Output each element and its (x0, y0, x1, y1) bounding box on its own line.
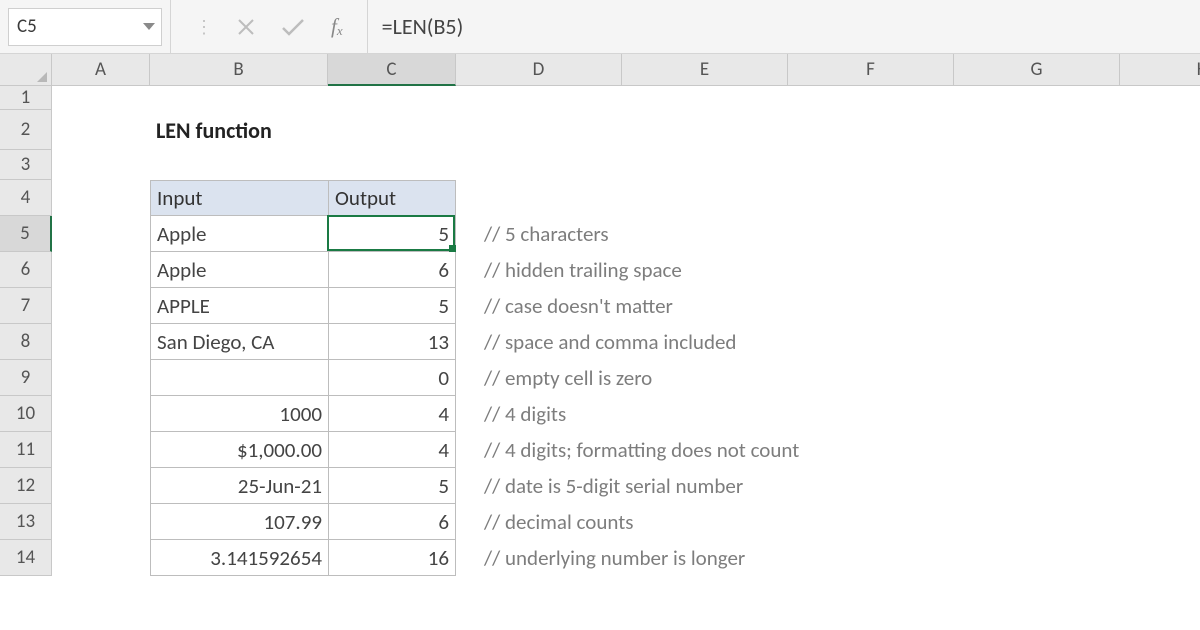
column-header-H[interactable]: H (1120, 54, 1200, 86)
name-box-value: C5 (17, 15, 37, 38)
comment-cell: // case doesn't matter (456, 288, 954, 324)
comment-text: // case doesn't matter (484, 293, 673, 319)
cell-A10[interactable] (52, 396, 150, 432)
name-box-container: C5 (0, 0, 170, 53)
comment-text: // 5 characters (484, 221, 609, 247)
output-cell[interactable]: 16 (328, 540, 456, 576)
cell-A5[interactable] (52, 216, 150, 252)
input-cell[interactable] (150, 360, 328, 396)
table-header-output[interactable]: Output (328, 180, 456, 216)
row-header-1[interactable]: 1 (0, 86, 52, 110)
row-header-9[interactable]: 9 (0, 360, 52, 396)
formula-text: =LEN(B5) (382, 13, 464, 40)
cell-A6[interactable] (52, 252, 150, 288)
input-cell[interactable]: 3.141592654 (150, 540, 328, 576)
comment-cell: // 4 digits; formatting does not count (456, 432, 954, 468)
comment-text: // date is 5-digit serial number (484, 473, 743, 499)
output-cell[interactable]: 6 (328, 252, 456, 288)
column-header-E[interactable]: E (622, 54, 788, 86)
table-header-input[interactable]: Input (150, 180, 328, 216)
column-header-A[interactable]: A (52, 54, 150, 86)
comment-text: // decimal counts (484, 509, 633, 535)
formula-bar: C5 ⋮ fx =LEN(B5) (0, 0, 1200, 54)
title-text: LEN function (156, 117, 272, 144)
comment-text: // 4 digits; formatting does not count (484, 437, 799, 463)
page-title: LEN function (150, 110, 622, 150)
comment-text: // empty cell is zero (484, 365, 652, 391)
comment-text: // hidden trailing space (484, 257, 682, 283)
comment-cell: // date is 5-digit serial number (456, 468, 954, 504)
input-cell[interactable]: San Diego, CA (150, 324, 328, 360)
output-cell[interactable]: 6 (328, 504, 456, 540)
input-cell[interactable]: 1000 (150, 396, 328, 432)
row-header-6[interactable]: 6 (0, 252, 52, 288)
cancel-icon[interactable] (237, 18, 255, 36)
row-header-14[interactable]: 14 (0, 540, 52, 576)
row-header-3[interactable]: 3 (0, 150, 52, 180)
comment-cell: // 4 digits (456, 396, 954, 432)
output-cell[interactable]: 4 (328, 432, 456, 468)
chevron-down-icon[interactable] (143, 23, 155, 30)
row-header-4[interactable]: 4 (0, 180, 52, 216)
comment-cell: // underlying number is longer (456, 540, 954, 576)
formula-input[interactable]: =LEN(B5) (368, 0, 1200, 53)
comment-cell: // decimal counts (456, 504, 954, 540)
cell-A2[interactable] (52, 110, 150, 150)
input-cell[interactable]: 107.99 (150, 504, 328, 540)
column-headers: ABCDEFGH (52, 54, 1200, 86)
row-header-8[interactable]: 8 (0, 324, 52, 360)
cell-A14[interactable] (52, 540, 150, 576)
row-header-2[interactable]: 2 (0, 110, 52, 150)
fx-icon[interactable]: fx (331, 14, 343, 39)
row-header-10[interactable]: 10 (0, 396, 52, 432)
input-cell[interactable]: Apple (150, 252, 328, 288)
drag-handle-icon[interactable]: ⋮ (195, 16, 211, 38)
spreadsheet-grid[interactable]: ABCDEFGH 1234567891011121314 LEN functio… (0, 54, 1200, 630)
comment-text: // space and comma included (484, 329, 736, 355)
input-cell[interactable]: APPLE (150, 288, 328, 324)
cell-area[interactable]: LEN functionInputOutputApple5// 5 charac… (52, 86, 954, 576)
column-header-F[interactable]: F (788, 54, 954, 86)
input-cell[interactable]: $1,000.00 (150, 432, 328, 468)
column-header-B[interactable]: B (150, 54, 328, 86)
cell-A8[interactable] (52, 324, 150, 360)
row-header-12[interactable]: 12 (0, 468, 52, 504)
cell-A11[interactable] (52, 432, 150, 468)
comment-cell: // empty cell is zero (456, 360, 954, 396)
row-header-13[interactable]: 13 (0, 504, 52, 540)
input-cell[interactable]: Apple (150, 216, 328, 252)
cell-A9[interactable] (52, 360, 150, 396)
comment-text: // 4 digits (484, 401, 566, 427)
output-cell[interactable]: 5 (328, 288, 456, 324)
enter-icon[interactable] (281, 17, 305, 37)
cell-A12[interactable] (52, 468, 150, 504)
output-cell[interactable]: 5 (328, 468, 456, 504)
cell-A4[interactable] (52, 180, 150, 216)
output-cell[interactable]: 5 (328, 216, 456, 252)
comment-cell: // 5 characters (456, 216, 954, 252)
cell-A7[interactable] (52, 288, 150, 324)
select-all-corner[interactable] (0, 54, 52, 86)
name-box[interactable]: C5 (8, 8, 162, 46)
column-header-D[interactable]: D (456, 54, 622, 86)
comment-cell: // space and comma included (456, 324, 954, 360)
cell-A13[interactable] (52, 504, 150, 540)
input-cell[interactable]: 25-Jun-21 (150, 468, 328, 504)
row-headers: 1234567891011121314 (0, 86, 52, 576)
comment-cell: // hidden trailing space (456, 252, 954, 288)
row-header-5[interactable]: 5 (0, 216, 52, 252)
output-cell[interactable]: 4 (328, 396, 456, 432)
output-cell[interactable]: 13 (328, 324, 456, 360)
output-cell[interactable]: 0 (328, 360, 456, 396)
column-header-G[interactable]: G (954, 54, 1120, 86)
row-header-11[interactable]: 11 (0, 432, 52, 468)
column-header-C[interactable]: C (328, 54, 456, 86)
row-header-7[interactable]: 7 (0, 288, 52, 324)
comment-text: // underlying number is longer (484, 545, 745, 571)
formula-bar-buttons: ⋮ fx (171, 0, 367, 53)
